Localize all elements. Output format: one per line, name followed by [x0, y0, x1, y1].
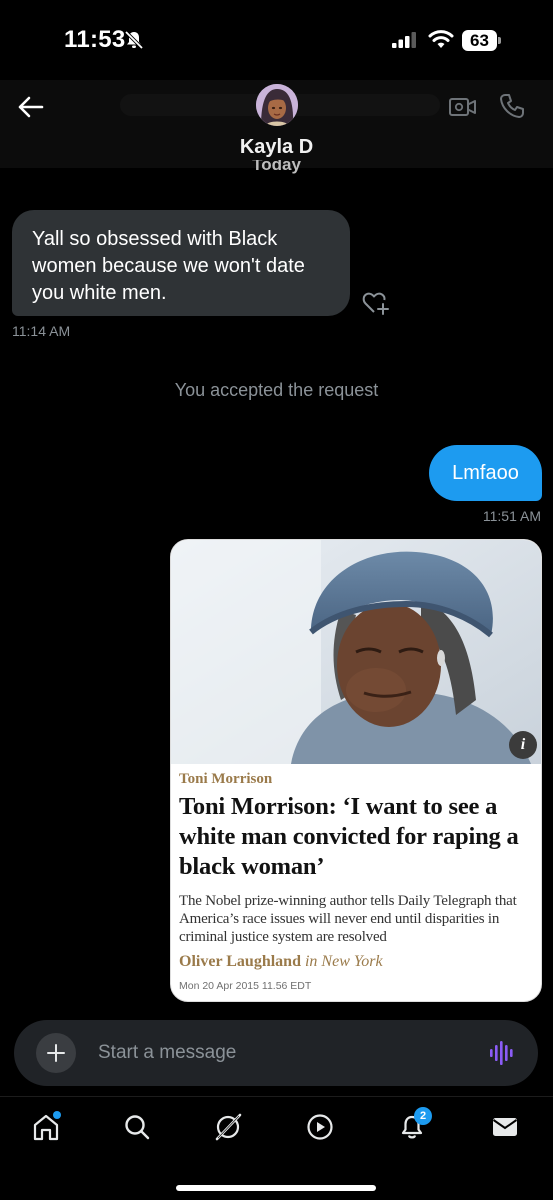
tab-messages[interactable] — [485, 1107, 525, 1147]
bell-off-icon — [124, 30, 144, 50]
day-divider: Today — [0, 160, 553, 176]
signal-icon — [392, 32, 416, 48]
day-label: Today — [252, 160, 301, 174]
contact-name[interactable]: Kayla D — [0, 136, 553, 159]
wifi-icon — [428, 30, 454, 48]
notifications-badge: 2 — [414, 1107, 432, 1125]
request-accepted-note: You accepted the request — [174, 380, 379, 400]
tab-video[interactable] — [300, 1107, 340, 1147]
video-call-button[interactable] — [448, 94, 478, 120]
message-composer — [14, 1020, 538, 1086]
byline-author: Oliver Laughland — [179, 953, 301, 970]
grok-icon — [215, 1113, 242, 1141]
add-reaction-icon[interactable] — [362, 290, 390, 316]
article-standfirst: The Nobel prize-winning author tells Dai… — [179, 893, 517, 945]
article-date: Mon 20 Apr 2015 11.56 EDT — [179, 980, 312, 992]
article-photo — [171, 540, 541, 764]
back-button[interactable] — [14, 90, 48, 124]
back-arrow-icon — [18, 96, 44, 118]
status-time: 11:53 — [64, 26, 126, 53]
bottom-tab-bar: 2 — [0, 1096, 553, 1200]
tab-search[interactable] — [117, 1107, 157, 1147]
article-byline: Oliver Laughland in New York — [179, 953, 383, 971]
shared-article-image[interactable]: i Toni Morrison Toni Morrison: ‘I want t… — [170, 539, 542, 1002]
tab-notifications[interactable]: 2 — [392, 1107, 432, 1147]
tab-grok[interactable] — [208, 1107, 248, 1147]
tab-home[interactable] — [26, 1107, 66, 1147]
article-kicker: Toni Morrison — [179, 771, 273, 787]
outgoing-timestamp: 11:51 AM — [482, 508, 541, 524]
avatar[interactable] — [256, 84, 298, 126]
mail-icon — [492, 1118, 518, 1136]
home-badge-dot — [53, 1111, 61, 1119]
article-headline: Toni Morrison: ‘I want to see a white ma… — [179, 793, 519, 880]
info-icon[interactable]: i — [509, 731, 537, 759]
incoming-timestamp: 11:14 AM — [12, 323, 71, 339]
plus-icon — [47, 1044, 65, 1062]
battery-indicator: 63 — [462, 30, 502, 52]
phone-call-button[interactable] — [498, 92, 526, 120]
battery-level: 63 — [462, 30, 497, 51]
voice-icon[interactable] — [488, 1040, 516, 1066]
message-input[interactable] — [98, 1040, 458, 1066]
byline-location: in New York — [304, 953, 383, 970]
conversation-header: Kayla D — [0, 80, 553, 168]
home-indicator — [176, 1185, 376, 1191]
add-attachment-button[interactable] — [36, 1033, 76, 1073]
video-play-icon — [307, 1114, 333, 1140]
incoming-message[interactable]: Yall so obsessed with Black women becaus… — [12, 210, 350, 316]
status-bar: 11:53 63 — [0, 0, 553, 80]
outgoing-message[interactable]: Lmfaoo — [429, 445, 542, 501]
search-icon — [125, 1115, 150, 1140]
